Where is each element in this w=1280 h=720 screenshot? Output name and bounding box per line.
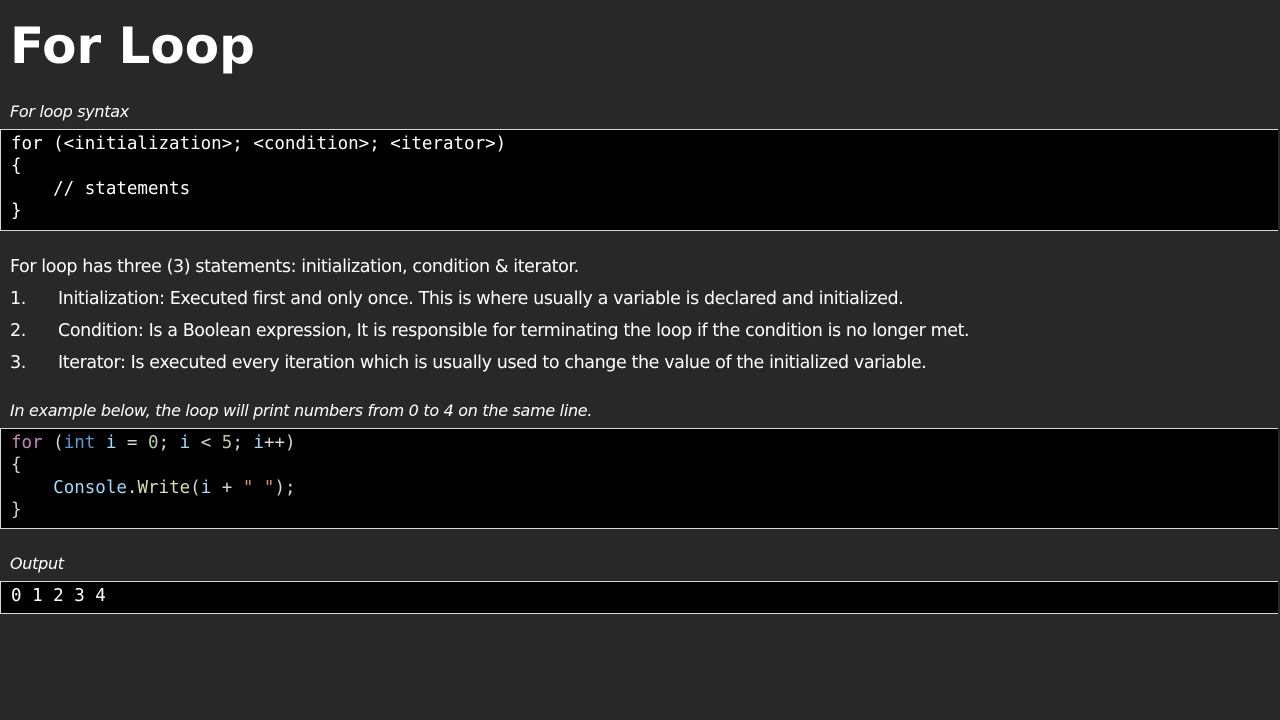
syntax-code-block: for (<initialization>; <condition>; <ite… bbox=[0, 129, 1278, 231]
code-keyword: for bbox=[11, 433, 43, 453]
intro-text: For loop has three (3) statements: initi… bbox=[10, 257, 579, 277]
code-punctuation: ); bbox=[274, 477, 296, 498]
list-item: 1. Initialization: Executed first and on… bbox=[10, 287, 969, 319]
code-number: 0 bbox=[147, 433, 159, 453]
code-operator: + bbox=[211, 477, 243, 498]
list-item-text: Condition: Is a Boolean expression, It i… bbox=[58, 321, 970, 341]
code-punctuation: ; bbox=[158, 433, 180, 453]
syntax-code-line: // statements bbox=[11, 178, 191, 199]
list-item-text: Iterator: Is executed every iteration wh… bbox=[58, 353, 927, 373]
syntax-code-line: for (<initialization>; <condition>; <ite… bbox=[11, 134, 507, 154]
list-item-text: Initialization: Executed first and only … bbox=[58, 289, 904, 309]
example-code-block: for (int i = 0; i < 5; i++) { Console.Wr… bbox=[0, 428, 1278, 529]
syntax-code-line: } bbox=[11, 201, 22, 222]
code-type: int bbox=[63, 433, 96, 453]
syntax-caption: For loop syntax bbox=[10, 102, 129, 121]
code-function: Write bbox=[137, 477, 191, 498]
code-punctuation: . bbox=[126, 477, 138, 498]
list-item-number: 1. bbox=[10, 289, 26, 309]
code-variable: i bbox=[253, 433, 264, 453]
code-operator: ++) bbox=[263, 433, 296, 453]
output-caption: Output bbox=[10, 554, 64, 573]
code-punctuation: ; bbox=[232, 433, 254, 453]
list-item-number: 2. bbox=[10, 321, 26, 341]
code-class: Console bbox=[53, 477, 127, 498]
code-punctuation: ( bbox=[190, 477, 201, 498]
code-punctuation: } bbox=[11, 500, 22, 521]
code-operator: = bbox=[116, 433, 148, 453]
code-variable: i bbox=[179, 433, 191, 453]
code-punctuation: ( bbox=[42, 433, 64, 453]
example-code: for (int i = 0; i < 5; i++) { Console.Wr… bbox=[1, 429, 1278, 522]
code-string: " " bbox=[242, 477, 275, 498]
output-value: 0 1 2 3 4 bbox=[11, 586, 106, 606]
example-caption: In example below, the loop will print nu… bbox=[10, 401, 593, 420]
code-variable: i bbox=[200, 477, 212, 498]
statement-list: 1. Initialization: Executed first and on… bbox=[10, 287, 970, 383]
output-block: 0 1 2 3 4 bbox=[0, 581, 1278, 614]
list-item-number: 3. bbox=[10, 353, 26, 373]
code-operator: < bbox=[190, 433, 222, 453]
code-number: 5 bbox=[221, 433, 233, 453]
list-item: 3. Iterator: Is executed every iteration… bbox=[10, 351, 969, 383]
list-item: 2. Condition: Is a Boolean expression, I… bbox=[10, 319, 970, 351]
page-title: For Loop bbox=[10, 17, 255, 75]
syntax-code-line: { bbox=[11, 156, 22, 177]
syntax-code: for (<initialization>; <condition>; <ite… bbox=[1, 130, 1278, 223]
code-variable: i bbox=[95, 433, 117, 453]
code-punctuation: { bbox=[11, 455, 22, 476]
